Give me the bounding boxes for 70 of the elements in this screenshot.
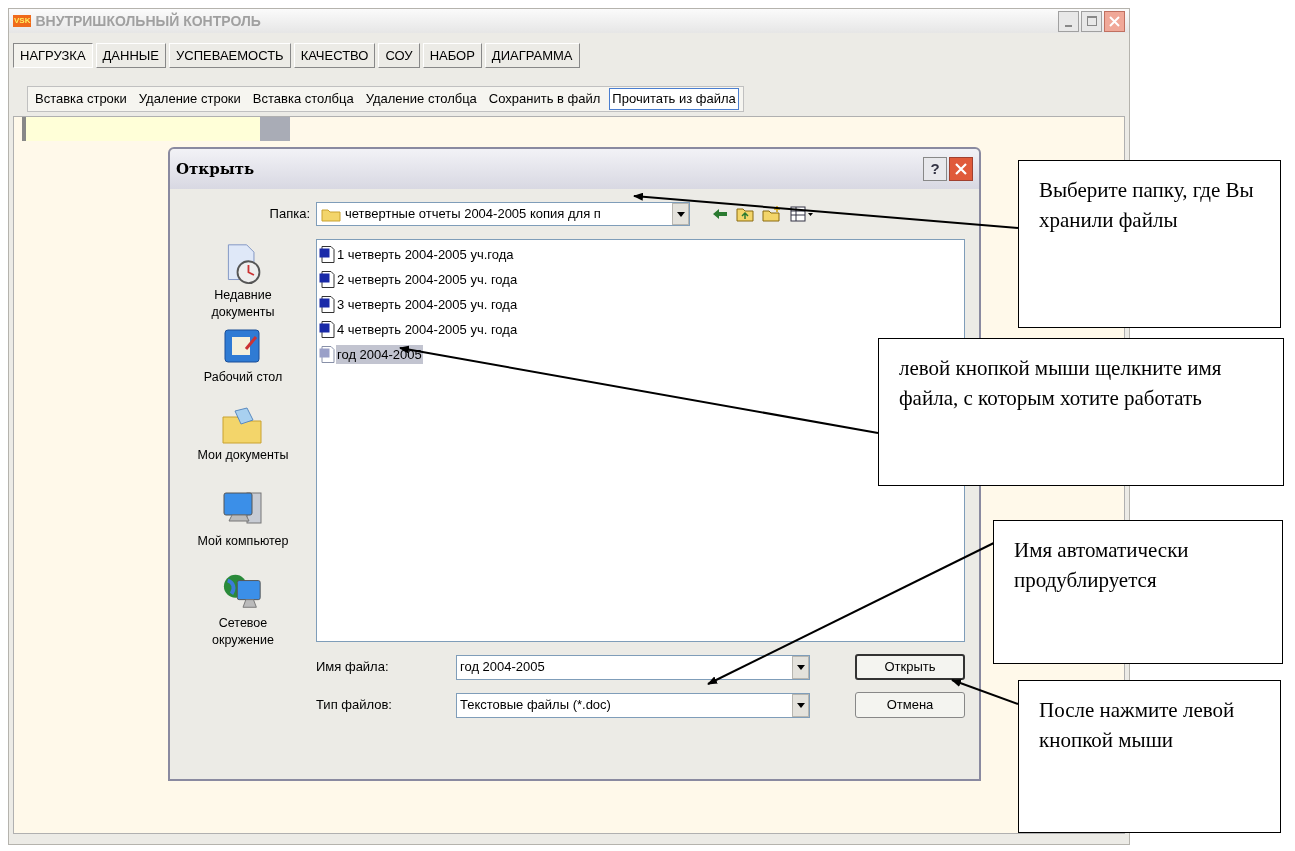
filetype-dropdown[interactable]: Текстовые файлы (*.doc) [456, 692, 810, 718]
dialog-title: Открыть [176, 158, 255, 180]
dropdown-button[interactable] [792, 693, 809, 717]
tab[interactable]: УСПЕВАЕМОСТЬ [169, 43, 291, 68]
file-item[interactable]: 4 четверть 2004-2005 уч. года [319, 317, 519, 342]
file-name: год 2004-2005 [336, 344, 423, 365]
toolbar-button[interactable]: Вставка столбца [249, 88, 357, 110]
file-name: 3 четверть 2004-2005 уч. года [336, 295, 519, 314]
tab[interactable]: НАБОР [422, 43, 482, 68]
folder-label: Папка: [268, 205, 311, 224]
close-button[interactable] [1104, 10, 1125, 32]
word-document-icon [319, 346, 335, 363]
toolbar-button[interactable]: Сохранить в файл [485, 88, 604, 110]
places-bar-item[interactable]: Сетевое окружение [173, 567, 313, 649]
dropdown-button[interactable] [672, 203, 689, 225]
filetype-label: Тип файлов: [316, 696, 393, 715]
toolbar-button[interactable]: Прочитать из файла [609, 88, 739, 110]
word-document-icon [319, 246, 335, 263]
places-bar-item[interactable]: Рабочий стол [173, 321, 313, 403]
toolbar-button[interactable]: Удаление столбца [362, 88, 480, 110]
new-folder-icon[interactable] [762, 206, 782, 222]
folder-icon [321, 206, 341, 222]
file-item[interactable]: 3 четверть 2004-2005 уч. года [319, 292, 519, 317]
file-item[interactable]: год 2004-2005 [319, 342, 423, 367]
callout-note: После нажмите левой кнопкой мыши [1018, 680, 1281, 833]
file-item[interactable]: 2 четверть 2004-2005 уч. года [319, 267, 519, 292]
dropdown-button[interactable] [792, 655, 809, 679]
tab[interactable]: КАЧЕСТВО [293, 43, 376, 68]
folder-dropdown[interactable]: четвертные отчеты 2004-2005 копия для п [316, 202, 690, 226]
file-name: 1 четверть 2004-2005 уч.года [336, 245, 515, 264]
minimize-button[interactable] [1058, 10, 1079, 32]
word-document-icon [319, 321, 335, 338]
caret-icon [796, 702, 805, 708]
up-folder-icon[interactable] [736, 206, 754, 222]
dialog-button[interactable]: Отмена [855, 692, 965, 718]
app-logo: VSK [13, 15, 32, 27]
help-button[interactable]: ? [923, 157, 947, 181]
minimize-icon [1065, 24, 1072, 27]
places-bar-item[interactable]: Мои документы [173, 403, 313, 485]
tab[interactable]: ДИАГРАММА [484, 43, 580, 68]
toolbar-button[interactable]: Вставка строки [32, 88, 130, 110]
maximize-button[interactable] [1081, 10, 1102, 32]
folder-name: четвертные отчеты 2004-2005 копия для п [345, 205, 602, 224]
close-button[interactable] [949, 157, 973, 181]
word-document-icon [319, 271, 335, 288]
tab[interactable]: СОУ [378, 43, 420, 68]
filename-label: Имя файла: [316, 658, 390, 677]
tab[interactable]: ДАННЫЕ [95, 43, 166, 68]
close-icon [1109, 15, 1120, 27]
back-arrow-icon[interactable] [712, 208, 728, 220]
dialog-button[interactable]: Открыть [855, 654, 965, 680]
caret-icon [796, 664, 805, 670]
folder-icon [221, 407, 265, 445]
maximize-icon [1086, 16, 1097, 26]
places-bar-item[interactable]: Недавние документы [173, 239, 313, 321]
word-document-icon [319, 296, 335, 313]
callout-note: Имя автоматически продублируется [993, 520, 1283, 664]
file-name: 4 четверть 2004-2005 уч. года [336, 320, 519, 339]
close-icon [955, 163, 967, 175]
toolbar-button[interactable]: Удаление строки [135, 88, 244, 110]
file-name: 2 четверть 2004-2005 уч. года [336, 270, 519, 289]
callout-note: Выберите папку, где Вы хранили файлы [1018, 160, 1281, 328]
callout-note: левой кнопкой мыши щелкните имя файла, с которым хотите работать [878, 338, 1284, 486]
window-title: ВНУТРИШКОЛЬНЫЙ КОНТРОЛЬ [35, 11, 261, 31]
file-item[interactable]: 1 четверть 2004-2005 уч.года [319, 242, 515, 267]
view-menu-icon[interactable] [790, 206, 814, 222]
tab[interactable]: НАГРУЗКА [13, 43, 93, 68]
filename-field[interactable]: год 2004-2005 [456, 654, 810, 680]
caret-icon [676, 211, 685, 217]
places-bar-item[interactable]: Мой компьютер [173, 485, 313, 567]
